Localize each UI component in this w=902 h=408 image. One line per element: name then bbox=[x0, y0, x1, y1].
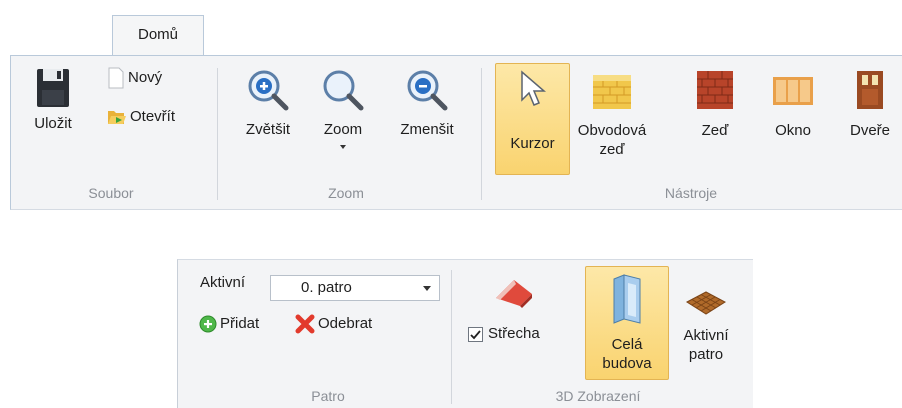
perimeter-wall-icon bbox=[593, 75, 631, 109]
save-button[interactable]: Uložit bbox=[28, 68, 78, 133]
perimeter-wall-label-2: zeď bbox=[599, 141, 625, 158]
group-label-soubor: Soubor bbox=[88, 185, 134, 201]
group-label-patro: Patro bbox=[311, 388, 345, 404]
floor-select-value: 0. patro bbox=[301, 279, 352, 296]
magnifier-icon bbox=[323, 70, 364, 111]
ribbon-home: Uložit Nový Otevřít Soubor Zvětšit Zoom bbox=[10, 55, 902, 210]
zoom-out-icon bbox=[407, 70, 448, 111]
ribbon-tabstrip: Domů bbox=[0, 0, 902, 56]
active-floor-button[interactable]: Aktivní patro bbox=[673, 290, 739, 364]
active-floor-label: Aktivní bbox=[200, 274, 246, 291]
whole-building-button[interactable]: Celá budova bbox=[585, 266, 669, 380]
window-icon bbox=[773, 77, 813, 105]
brick-wall-icon bbox=[697, 71, 733, 109]
floor-select[interactable]: 0. patro bbox=[270, 275, 440, 301]
new-file-icon bbox=[108, 67, 124, 89]
open-folder-icon bbox=[108, 111, 126, 125]
separator bbox=[217, 68, 218, 200]
chevron-down-icon bbox=[340, 145, 346, 149]
roof-icon bbox=[496, 280, 532, 308]
zoom-button[interactable]: Zoom bbox=[311, 68, 375, 149]
building-icon bbox=[613, 274, 641, 324]
group-label-zoom: Zoom bbox=[328, 185, 364, 201]
door-label: Dveře bbox=[849, 122, 890, 139]
active-floor-view-label-2: patro bbox=[688, 346, 724, 363]
roof-toggle[interactable]: Střecha bbox=[468, 274, 568, 343]
remove-floor-label: Odebrat bbox=[318, 315, 373, 332]
cursor-arrow-icon bbox=[520, 70, 546, 106]
zoom-label: Zoom bbox=[323, 121, 363, 138]
add-green-icon bbox=[199, 315, 217, 333]
zoom-in-button[interactable]: Zvětšit bbox=[235, 68, 301, 139]
whole-building-label-2: budova bbox=[602, 355, 652, 372]
new-button[interactable]: Nový bbox=[107, 67, 162, 89]
checkmark-icon bbox=[470, 329, 481, 339]
open-label: Otevřít bbox=[130, 108, 176, 125]
window-button[interactable]: Okno bbox=[765, 69, 821, 140]
roof-checkbox[interactable] bbox=[468, 326, 483, 342]
wall-button[interactable]: Zeď bbox=[687, 69, 743, 140]
cursor-label: Kurzor bbox=[510, 135, 555, 152]
perimeter-wall-label-1: Obvodová bbox=[577, 122, 647, 139]
window-label: Okno bbox=[775, 122, 811, 139]
new-label: Nový bbox=[128, 68, 163, 86]
save-label: Uložit bbox=[34, 115, 72, 132]
door-button[interactable]: Dveře bbox=[841, 69, 899, 140]
zoom-in-icon bbox=[248, 70, 289, 111]
ribbon-floors: Aktivní 0. patro Přidat Odebrat Patro St… bbox=[177, 259, 753, 408]
open-button[interactable]: Otevřít bbox=[107, 107, 175, 127]
add-floor-label: Přidat bbox=[220, 315, 260, 332]
remove-floor-button[interactable]: Odebrat bbox=[295, 314, 372, 334]
zoom-out-label: Zmenšit bbox=[400, 121, 454, 138]
group-label-nastroje: Nástroje bbox=[664, 185, 718, 201]
remove-red-x-icon bbox=[295, 314, 315, 334]
add-floor-button[interactable]: Přidat bbox=[199, 314, 259, 334]
tab-domu[interactable]: Domů bbox=[112, 15, 204, 56]
zoom-in-label: Zvětšit bbox=[245, 121, 291, 138]
whole-building-label-1: Celá bbox=[611, 336, 643, 353]
zoom-out-button[interactable]: Zmenšit bbox=[388, 68, 466, 139]
roof-label: Střecha bbox=[488, 325, 540, 342]
chevron-down-icon bbox=[423, 286, 431, 291]
separator bbox=[481, 68, 482, 200]
door-icon bbox=[857, 71, 883, 109]
separator bbox=[451, 270, 452, 404]
floppy-disk-icon bbox=[37, 69, 69, 107]
wall-label: Zeď bbox=[701, 122, 729, 139]
perimeter-wall-button[interactable]: Obvodová zeď bbox=[573, 69, 651, 159]
group-label-3d-view: 3D Zobrazení bbox=[555, 388, 641, 404]
active-floor-view-label-1: Aktivní bbox=[683, 327, 729, 344]
floor-tile-icon bbox=[686, 291, 726, 315]
cursor-button[interactable]: Kurzor bbox=[495, 63, 570, 175]
